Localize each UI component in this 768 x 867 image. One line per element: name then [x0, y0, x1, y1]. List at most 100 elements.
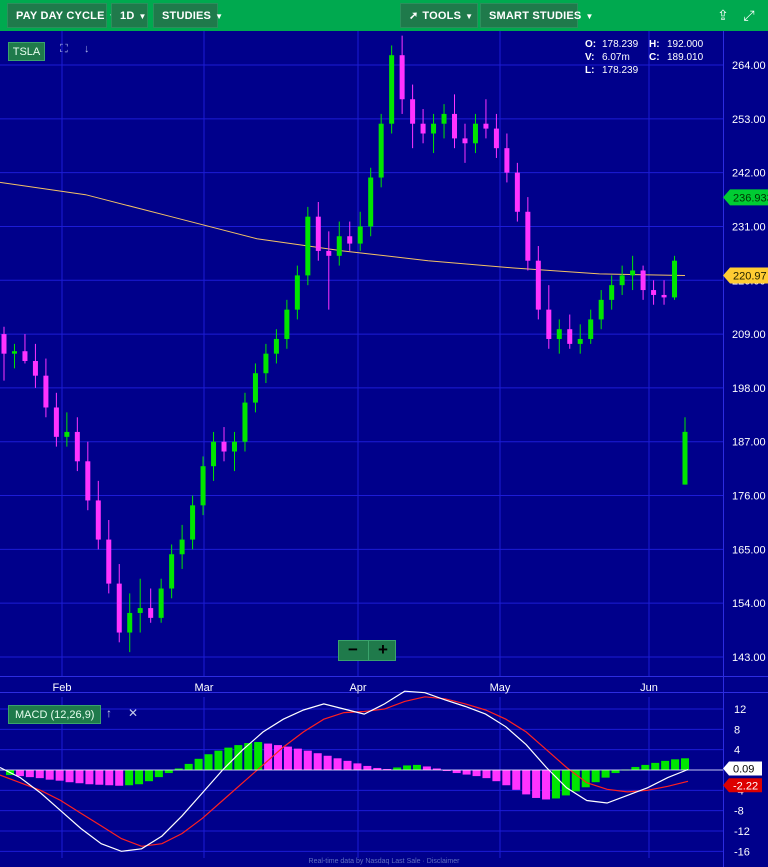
last-price-tag: 236.933 — [723, 189, 768, 206]
candle — [619, 265, 625, 295]
candle-body — [420, 123, 426, 134]
candle — [158, 578, 164, 623]
macd-bar — [105, 770, 114, 786]
candle-body — [169, 554, 175, 589]
candle-body — [441, 113, 447, 124]
candle-body — [630, 270, 636, 276]
candle-body — [682, 431, 688, 485]
candle-body — [651, 290, 657, 295]
macd-bar — [115, 770, 124, 786]
candle — [368, 167, 374, 237]
open-value: 178.239 — [602, 39, 639, 50]
candle — [640, 265, 646, 300]
signal-value-tag-text: -2.22 — [733, 780, 758, 792]
candle — [211, 431, 217, 481]
macd-bar — [264, 743, 273, 770]
arrow-down-icon[interactable]: ↓ — [84, 43, 90, 55]
macd-bar — [512, 770, 521, 790]
candle — [651, 280, 657, 305]
open-label: O: — [585, 39, 597, 50]
candle — [263, 343, 269, 384]
macd-bar — [601, 770, 610, 778]
candle — [242, 392, 248, 452]
candle — [294, 265, 300, 320]
macd-tick-label: -12 — [734, 826, 750, 838]
macd-study-chip[interactable]: MACD (12,26,9) — [8, 705, 102, 724]
candle-body — [368, 177, 374, 227]
candle — [85, 441, 91, 511]
candle-body — [556, 329, 562, 339]
macd-bar — [303, 750, 312, 770]
macd-bar — [561, 770, 570, 796]
close-label: C: — [649, 52, 660, 63]
volume-label: V: — [585, 52, 595, 63]
candle-body — [546, 309, 552, 339]
macd-bar — [571, 770, 580, 792]
candle — [546, 285, 552, 349]
price-tick-label: 209.00 — [732, 329, 766, 341]
zoom-out-button[interactable]: − — [339, 641, 367, 660]
macd-bar — [422, 766, 431, 770]
candle — [336, 221, 342, 266]
price-chart: 143.00 154.00 165.00 176.00 187.00 198.00 209.… — [0, 31, 768, 867]
candle — [672, 255, 678, 300]
macd-bar — [343, 760, 352, 770]
symbol-chip[interactable]: TSLA — [8, 42, 45, 61]
macd-bar — [184, 763, 193, 770]
month-tick-label: Apr — [349, 682, 366, 694]
macd-value-tag: 0.09 — [723, 761, 762, 776]
candle — [53, 392, 59, 447]
macd-bar — [45, 770, 54, 780]
high-label: H: — [649, 39, 660, 50]
candle-body — [410, 99, 416, 124]
low-value: 178.239 — [602, 65, 639, 76]
candle-body — [493, 128, 499, 149]
macd-bar — [15, 770, 24, 777]
macd-bar — [651, 762, 660, 770]
price-tick-label: 198.00 — [732, 383, 766, 395]
macd-tick-label: 8 — [734, 724, 740, 736]
macd-bar — [293, 748, 302, 770]
last-price-tag-text: 236.933 — [733, 192, 768, 204]
candle — [598, 290, 604, 330]
candle — [577, 324, 583, 354]
candle-body — [588, 319, 594, 339]
candle-body — [95, 500, 101, 540]
candle-body — [85, 461, 91, 501]
candle-body — [64, 431, 70, 437]
macd-bar — [462, 770, 471, 775]
price-tick-label: 242.00 — [732, 168, 766, 180]
close-icon[interactable]: ✕ — [128, 706, 138, 720]
grid-lines — [0, 31, 723, 858]
candle-body — [294, 275, 300, 310]
macd-bar — [283, 746, 292, 770]
candle-body — [32, 361, 38, 376]
macd-bar — [452, 770, 461, 774]
candle-body — [514, 172, 520, 212]
macd-bar — [135, 770, 144, 785]
move-up-icon[interactable]: ↑ — [106, 706, 112, 720]
macd-bar — [35, 770, 44, 779]
expand-icon[interactable]: ⛶ — [60, 43, 68, 56]
candle — [630, 255, 636, 291]
price-tick-label: 165.00 — [732, 544, 766, 556]
candle-body — [535, 260, 541, 310]
candle — [231, 431, 237, 472]
candle-body — [252, 373, 258, 403]
candle-body — [211, 441, 217, 467]
candle — [252, 363, 258, 413]
price-tick-label: 154.00 — [732, 598, 766, 610]
macd-bar — [532, 770, 541, 798]
macd-bar — [144, 770, 153, 782]
macd-bar — [403, 765, 412, 770]
macd-tick-label: 4 — [734, 745, 740, 757]
macd-bar — [333, 758, 342, 770]
candle-body — [452, 113, 458, 139]
candle-body — [661, 294, 667, 298]
candle — [179, 524, 185, 569]
macd-bar — [323, 755, 332, 770]
macd-bar — [641, 764, 650, 770]
macd-value-tag-text: 0.09 — [733, 764, 754, 776]
candle — [127, 593, 133, 653]
zoom-in-button[interactable]: + — [368, 641, 397, 660]
